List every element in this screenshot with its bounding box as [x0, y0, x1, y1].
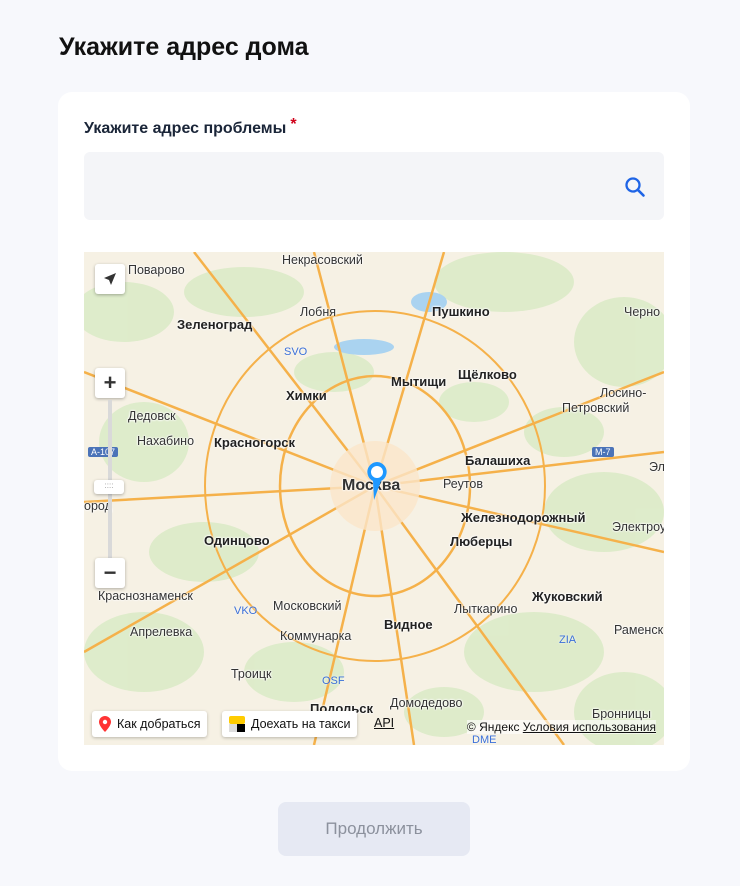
city-label: Мытищи: [391, 374, 447, 389]
city-label: Лобня: [300, 305, 336, 319]
city-label: Некрасовский: [282, 253, 363, 267]
pin-icon: [99, 716, 111, 732]
yandex-map[interactable]: Поварово Некрасовский Зеленоград Лобня П…: [84, 252, 664, 745]
taxi-icon: [229, 716, 245, 732]
arrow-icon: [104, 273, 116, 285]
city-label: Московский: [273, 599, 342, 613]
continue-button[interactable]: Продолжить: [278, 802, 470, 856]
taxi-button-label: Доехать на такси: [251, 717, 351, 731]
road-label: M-7: [592, 447, 614, 457]
city-label: Зеленоград: [177, 317, 253, 332]
city-label: Коммунарка: [280, 629, 352, 643]
city-label: Дедовск: [128, 409, 176, 423]
city-label: Черно: [624, 305, 661, 319]
road-label: A-107: [88, 447, 119, 457]
page-title: Укажите адрес дома: [59, 33, 309, 61]
city-label: Апрелевка: [130, 625, 193, 639]
geolocation-button[interactable]: [95, 264, 125, 294]
city-label: Одинцово: [204, 533, 270, 548]
address-input[interactable]: [84, 152, 664, 220]
city-label: Электроу: [612, 520, 664, 534]
city-label: Петровский: [562, 401, 630, 415]
city-label: Домодедово: [390, 696, 463, 710]
city-label: Пушкино: [432, 304, 490, 319]
search-icon[interactable]: [624, 176, 646, 198]
city-label: Видное: [384, 617, 433, 632]
taxi-button[interactable]: Доехать на такси: [222, 711, 358, 737]
city-label: Лыткарино: [454, 602, 518, 616]
city-label: Нахабино: [137, 434, 195, 448]
city-label: Бронницы: [592, 707, 652, 721]
city-label: Люберцы: [450, 534, 513, 549]
city-label: Лосино-: [600, 386, 647, 400]
city-label: Химки: [286, 388, 327, 403]
city-label: Эл: [649, 460, 664, 474]
airport-label: VKO: [234, 605, 258, 617]
address-field[interactable]: [84, 152, 664, 220]
city-label: Поварово: [128, 263, 185, 277]
airport-label: SVO: [284, 346, 308, 358]
city-label: Балашиха: [465, 453, 531, 468]
city-label: Красногорск: [214, 435, 295, 450]
map-copyright: © Яндекс Условия использования: [466, 720, 656, 734]
airport-label: ZIA: [559, 634, 577, 646]
city-label: Жуковский: [532, 589, 603, 604]
copyright-text: © Яндекс: [466, 720, 520, 734]
airport-label: OSF: [322, 675, 345, 687]
address-label-text: Укажите адрес проблемы: [84, 120, 287, 137]
city-label: Железнодорожный: [461, 510, 586, 525]
api-link[interactable]: API: [374, 716, 394, 730]
city-label: Щёлково: [458, 367, 517, 382]
required-mark: *: [290, 116, 297, 133]
route-button-label: Как добраться: [117, 717, 201, 731]
address-card: Укажите адрес проблемы * Поварово Некрас…: [58, 92, 690, 771]
city-label: Реутов: [443, 477, 484, 491]
city-label: Раменск: [614, 623, 664, 637]
terms-link[interactable]: Условия использования: [523, 720, 656, 734]
city-label: Троицк: [231, 667, 272, 681]
zoom-slider-handle[interactable]: ::::: [94, 480, 124, 494]
city-label: Краснознаменск: [98, 589, 193, 603]
zoom-out-button[interactable]: −: [95, 558, 125, 588]
address-label: Укажите адрес проблемы *: [84, 116, 297, 138]
route-button[interactable]: Как добраться: [92, 711, 208, 737]
zoom-in-button[interactable]: +: [95, 368, 125, 398]
airport-label: DME: [472, 734, 497, 745]
location-marker-icon[interactable]: [364, 460, 390, 502]
